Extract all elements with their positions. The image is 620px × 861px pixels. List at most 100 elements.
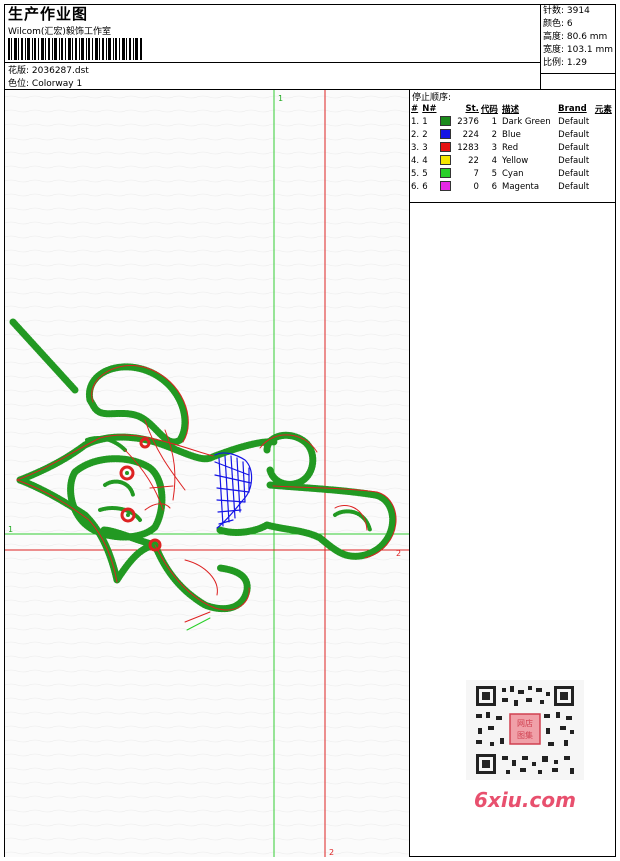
row-n: 5 — [422, 168, 428, 179]
stop-sequence-rows: 1. 1 2376 1 Dark Green Default 2. 2 224 2 Blue Defa… — [410, 115, 615, 193]
row-index: 3. — [411, 142, 420, 153]
design-label: 花版: — [8, 66, 30, 76]
row-index: 4. — [411, 155, 420, 166]
stat-height: 高度: 80.6 mm — [543, 32, 608, 42]
colorway-label: 色位: — [8, 79, 30, 89]
page-title: 生产作业图 — [8, 5, 89, 23]
embroidery-preview: 1 1 2 2 — [5, 90, 409, 857]
col-header-element: 元素 — [594, 104, 612, 115]
header: 生产作业图 Wilcom(汇宏)毅饰工作室 花版: 2036287.dst 色位… — [5, 5, 615, 90]
design-stats: 针数: 3914 颜色: 6 高度: 80.6 mm 宽度: 103.1 mm … — [543, 5, 613, 70]
row-index: 5. — [411, 168, 420, 179]
row-code: 1 — [491, 116, 497, 127]
row-n: 3 — [422, 142, 428, 153]
row-swatch — [439, 128, 453, 141]
col-header-desc: 描述 — [502, 104, 520, 115]
stats-divider — [540, 73, 615, 74]
col-header-index: # — [411, 103, 419, 114]
table-header-row: # N# St. 代码 描述 Brand 元素 — [410, 102, 615, 115]
axis-label-red-right: 2 — [396, 549, 401, 558]
row-code: 4 — [491, 155, 497, 166]
row-brand: Default — [558, 168, 590, 179]
row-n: 6 — [422, 181, 428, 192]
table-row: 4. 4 22 4 Yellow Default — [410, 154, 615, 167]
stat-scale: 比例: 1.29 — [543, 58, 587, 68]
row-n: 1 — [422, 116, 428, 127]
qr-code-watermark: 网店 图集 — [466, 680, 584, 780]
table-row: 6. 6 0 6 Magenta Default — [410, 180, 615, 193]
design-file: 花版: 2036287.dst — [8, 63, 89, 76]
row-swatch — [439, 115, 453, 128]
row-stitches: 7 — [473, 168, 479, 179]
row-stitches: 0 — [473, 181, 479, 192]
axis-label-green-top: 1 — [278, 94, 283, 103]
row-desc: Cyan — [502, 168, 524, 179]
color-swatch — [440, 181, 452, 192]
colorway: 色位: Colorway 1 — [8, 76, 82, 89]
table-row: 5. 5 7 5 Cyan Default — [410, 167, 615, 180]
color-swatch — [440, 155, 452, 166]
row-index: 1. — [411, 116, 420, 127]
canvas-background — [5, 90, 409, 857]
table-row: 2. 2 224 2 Blue Default — [410, 128, 615, 141]
row-brand: Default — [558, 181, 590, 192]
row-code: 6 — [491, 181, 497, 192]
row-index: 2. — [411, 129, 420, 140]
row-swatch — [439, 154, 453, 167]
embroidery-canvas: 1 1 2 2 — [5, 90, 410, 857]
row-desc: Magenta — [502, 181, 540, 192]
row-element — [594, 128, 615, 141]
table-row: 3. 3 1283 3 Red Default — [410, 141, 615, 154]
row-code: 2 — [491, 129, 497, 140]
panel-divider — [410, 202, 615, 203]
row-stitches: 224 — [462, 129, 479, 140]
watermark-logo: 6xiu.com — [474, 788, 576, 812]
row-stitches: 2376 — [457, 116, 479, 127]
row-element — [594, 167, 615, 180]
row-code: 5 — [491, 168, 497, 179]
color-swatch — [440, 129, 452, 140]
color-swatch — [440, 142, 452, 153]
row-brand: Default — [558, 116, 590, 127]
row-element — [594, 141, 615, 154]
stop-sequence-table: # N# St. 代码 描述 Brand 元素 1. 1 2376 1 Dark Gre… — [410, 102, 615, 193]
color-swatch — [440, 168, 452, 179]
stat-colors: 颜色: 6 — [543, 19, 573, 29]
col-header-brand: Brand — [558, 103, 587, 114]
row-brand: Default — [558, 129, 590, 140]
row-n: 4 — [422, 155, 428, 166]
svg-text:图集: 图集 — [517, 730, 533, 740]
row-brand: Default — [558, 142, 590, 153]
row-element — [594, 180, 615, 193]
header-left: 生产作业图 Wilcom(汇宏)毅饰工作室 花版: 2036287.dst 色位… — [5, 5, 541, 89]
row-element — [594, 154, 615, 167]
company-name: Wilcom(汇宏)毅饰工作室 — [8, 27, 111, 37]
row-swatch — [439, 141, 453, 154]
barcode — [8, 38, 142, 60]
row-swatch — [439, 167, 453, 180]
col-header-swatch — [439, 102, 453, 115]
row-brand: Default — [558, 155, 590, 166]
row-stitches: 1283 — [457, 142, 479, 153]
color-swatch — [440, 116, 452, 127]
col-header-stitches: St. — [465, 103, 479, 114]
row-desc: Yellow — [502, 155, 529, 166]
row-index: 6. — [411, 181, 420, 192]
row-code: 3 — [491, 142, 497, 153]
row-swatch — [439, 180, 453, 193]
axis-label-red-bottom: 2 — [329, 848, 334, 857]
row-desc: Blue — [502, 129, 521, 140]
table-row: 1. 1 2376 1 Dark Green Default — [410, 115, 615, 128]
col-header-n: N# — [422, 103, 437, 114]
stat-stitches: 针数: 3914 — [543, 6, 590, 16]
row-element — [594, 115, 615, 128]
row-desc: Red — [502, 142, 519, 153]
colorway-value: Colorway 1 — [31, 79, 83, 89]
design-value: 2036287.dst — [31, 66, 89, 76]
row-n: 2 — [422, 129, 428, 140]
row-stitches: 22 — [468, 155, 479, 166]
stat-width: 宽度: 103.1 mm — [543, 45, 614, 55]
col-header-code: 代码 — [480, 104, 498, 115]
row-desc: Dark Green — [502, 116, 551, 127]
svg-text:网店: 网店 — [517, 718, 533, 728]
